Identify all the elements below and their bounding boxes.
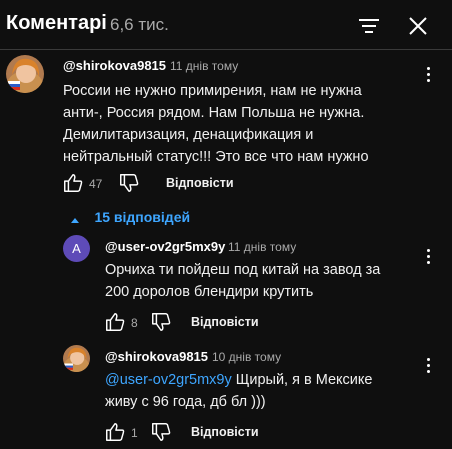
like-icon[interactable]	[104, 421, 126, 443]
avatar[interactable]	[63, 345, 90, 372]
more-options-icon[interactable]	[420, 64, 436, 88]
reply-button[interactable]: Відповісти	[191, 315, 259, 329]
comment-time: 11 днів тому	[170, 59, 239, 73]
more-options-icon[interactable]	[420, 246, 436, 270]
like-count: 8	[131, 316, 138, 330]
reply-time: 10 днів тому	[212, 350, 282, 364]
dislike-icon[interactable]	[118, 172, 140, 194]
more-options-icon[interactable]	[420, 355, 436, 379]
dislike-icon[interactable]	[150, 421, 172, 443]
mention-link[interactable]: @user-ov2gr5mx9y	[105, 372, 232, 388]
comments-header: Коментарі 6,6 тис.	[0, 0, 452, 52]
avatar[interactable]	[6, 55, 44, 93]
comment-author[interactable]: @shirokova9815	[63, 58, 166, 73]
chevron-up-icon	[70, 212, 80, 223]
close-icon[interactable]	[406, 14, 430, 38]
reply-author[interactable]: @user-ov2gr5mx9y	[105, 239, 225, 254]
comment-text: России не нужно примирения, нам не нужна…	[63, 83, 369, 165]
like-icon[interactable]	[62, 172, 84, 194]
like-icon[interactable]	[104, 311, 126, 333]
sort-icon[interactable]	[357, 14, 381, 38]
dislike-icon[interactable]	[150, 311, 172, 333]
reply-author[interactable]: @shirokova9815	[105, 349, 208, 364]
comments-count: 6,6 тис.	[110, 15, 169, 34]
reply-text: Орчиха ти пойдеш под китай на завод за 2…	[105, 262, 381, 300]
reply-time: 11 днів тому	[228, 240, 297, 254]
header-divider	[0, 49, 452, 50]
replies-toggle[interactable]: 15 відповідей	[70, 208, 190, 228]
reply-button[interactable]: Відповісти	[191, 425, 259, 439]
replies-toggle-label: 15 відповідей	[94, 208, 191, 225]
reply-button[interactable]: Відповісти	[166, 176, 234, 190]
avatar[interactable]: A	[63, 235, 90, 262]
like-count: 47	[89, 177, 103, 191]
comments-title: Коментарі	[6, 12, 107, 34]
like-count: 1	[131, 426, 138, 440]
reply-text: @user-ov2gr5mx9y Щирый, я в Мексике живу…	[105, 372, 373, 410]
